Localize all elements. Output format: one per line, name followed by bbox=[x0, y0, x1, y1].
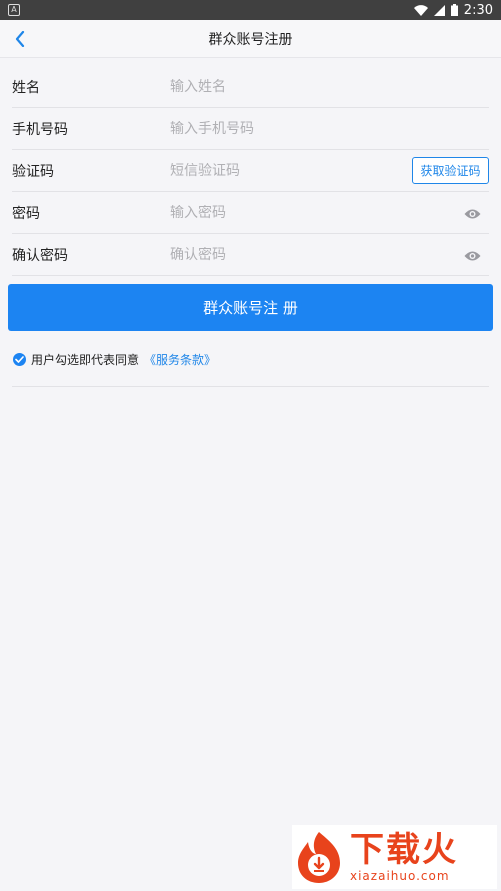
notification-icon: A bbox=[8, 4, 20, 16]
watermark-url: xiazaihuo.com bbox=[350, 869, 450, 883]
agreement-text: 用户勾选即代表同意 bbox=[31, 352, 140, 367]
clock: 2:30 bbox=[463, 2, 493, 18]
wifi-icon bbox=[413, 4, 428, 16]
check-icon bbox=[15, 355, 24, 363]
cellular-icon bbox=[433, 4, 445, 16]
phone-input[interactable] bbox=[170, 120, 489, 137]
title-bar: 群众账号注册 bbox=[0, 20, 501, 58]
register-button[interactable]: 群众账号注 册 bbox=[8, 284, 493, 331]
code-label: 验证码 bbox=[12, 163, 54, 180]
eye-icon bbox=[464, 209, 481, 219]
show-confirm-password-toggle[interactable] bbox=[464, 247, 481, 266]
name-row: 姓名 bbox=[12, 66, 489, 108]
watermark: 下载火 xiazaihuo.com bbox=[292, 825, 497, 889]
eye-icon bbox=[464, 251, 481, 261]
agreement: 用户勾选即代表同意 《服务条款》 bbox=[0, 351, 501, 367]
name-input[interactable] bbox=[170, 78, 489, 95]
password-input[interactable] bbox=[170, 204, 489, 221]
code-row: 验证码 获取验证码 bbox=[12, 150, 489, 192]
confirm-password-row: 确认密码 bbox=[12, 234, 489, 276]
divider bbox=[12, 386, 489, 387]
phone-label: 手机号码 bbox=[12, 121, 68, 138]
password-label: 密码 bbox=[12, 205, 40, 222]
agree-checkbox[interactable] bbox=[13, 352, 26, 366]
password-row: 密码 bbox=[12, 192, 489, 234]
back-button[interactable] bbox=[10, 28, 30, 50]
confirm-password-label: 确认密码 bbox=[12, 247, 68, 264]
status-bar: A 2:30 bbox=[0, 0, 501, 20]
get-code-button[interactable]: 获取验证码 bbox=[412, 157, 489, 184]
page-title: 群众账号注册 bbox=[208, 31, 293, 48]
watermark-title: 下载火 bbox=[350, 830, 458, 870]
name-label: 姓名 bbox=[12, 79, 40, 96]
register-form: 姓名 手机号码 验证码 获取验证码 密码 确认密码 bbox=[0, 66, 501, 276]
chevron-left-icon bbox=[15, 31, 25, 47]
flame-logo-icon bbox=[298, 832, 340, 883]
phone-row: 手机号码 bbox=[12, 108, 489, 150]
confirm-password-input[interactable] bbox=[170, 246, 489, 263]
terms-link[interactable]: 《服务条款》 bbox=[144, 351, 216, 368]
battery-icon bbox=[450, 4, 458, 16]
show-password-toggle[interactable] bbox=[464, 205, 481, 224]
